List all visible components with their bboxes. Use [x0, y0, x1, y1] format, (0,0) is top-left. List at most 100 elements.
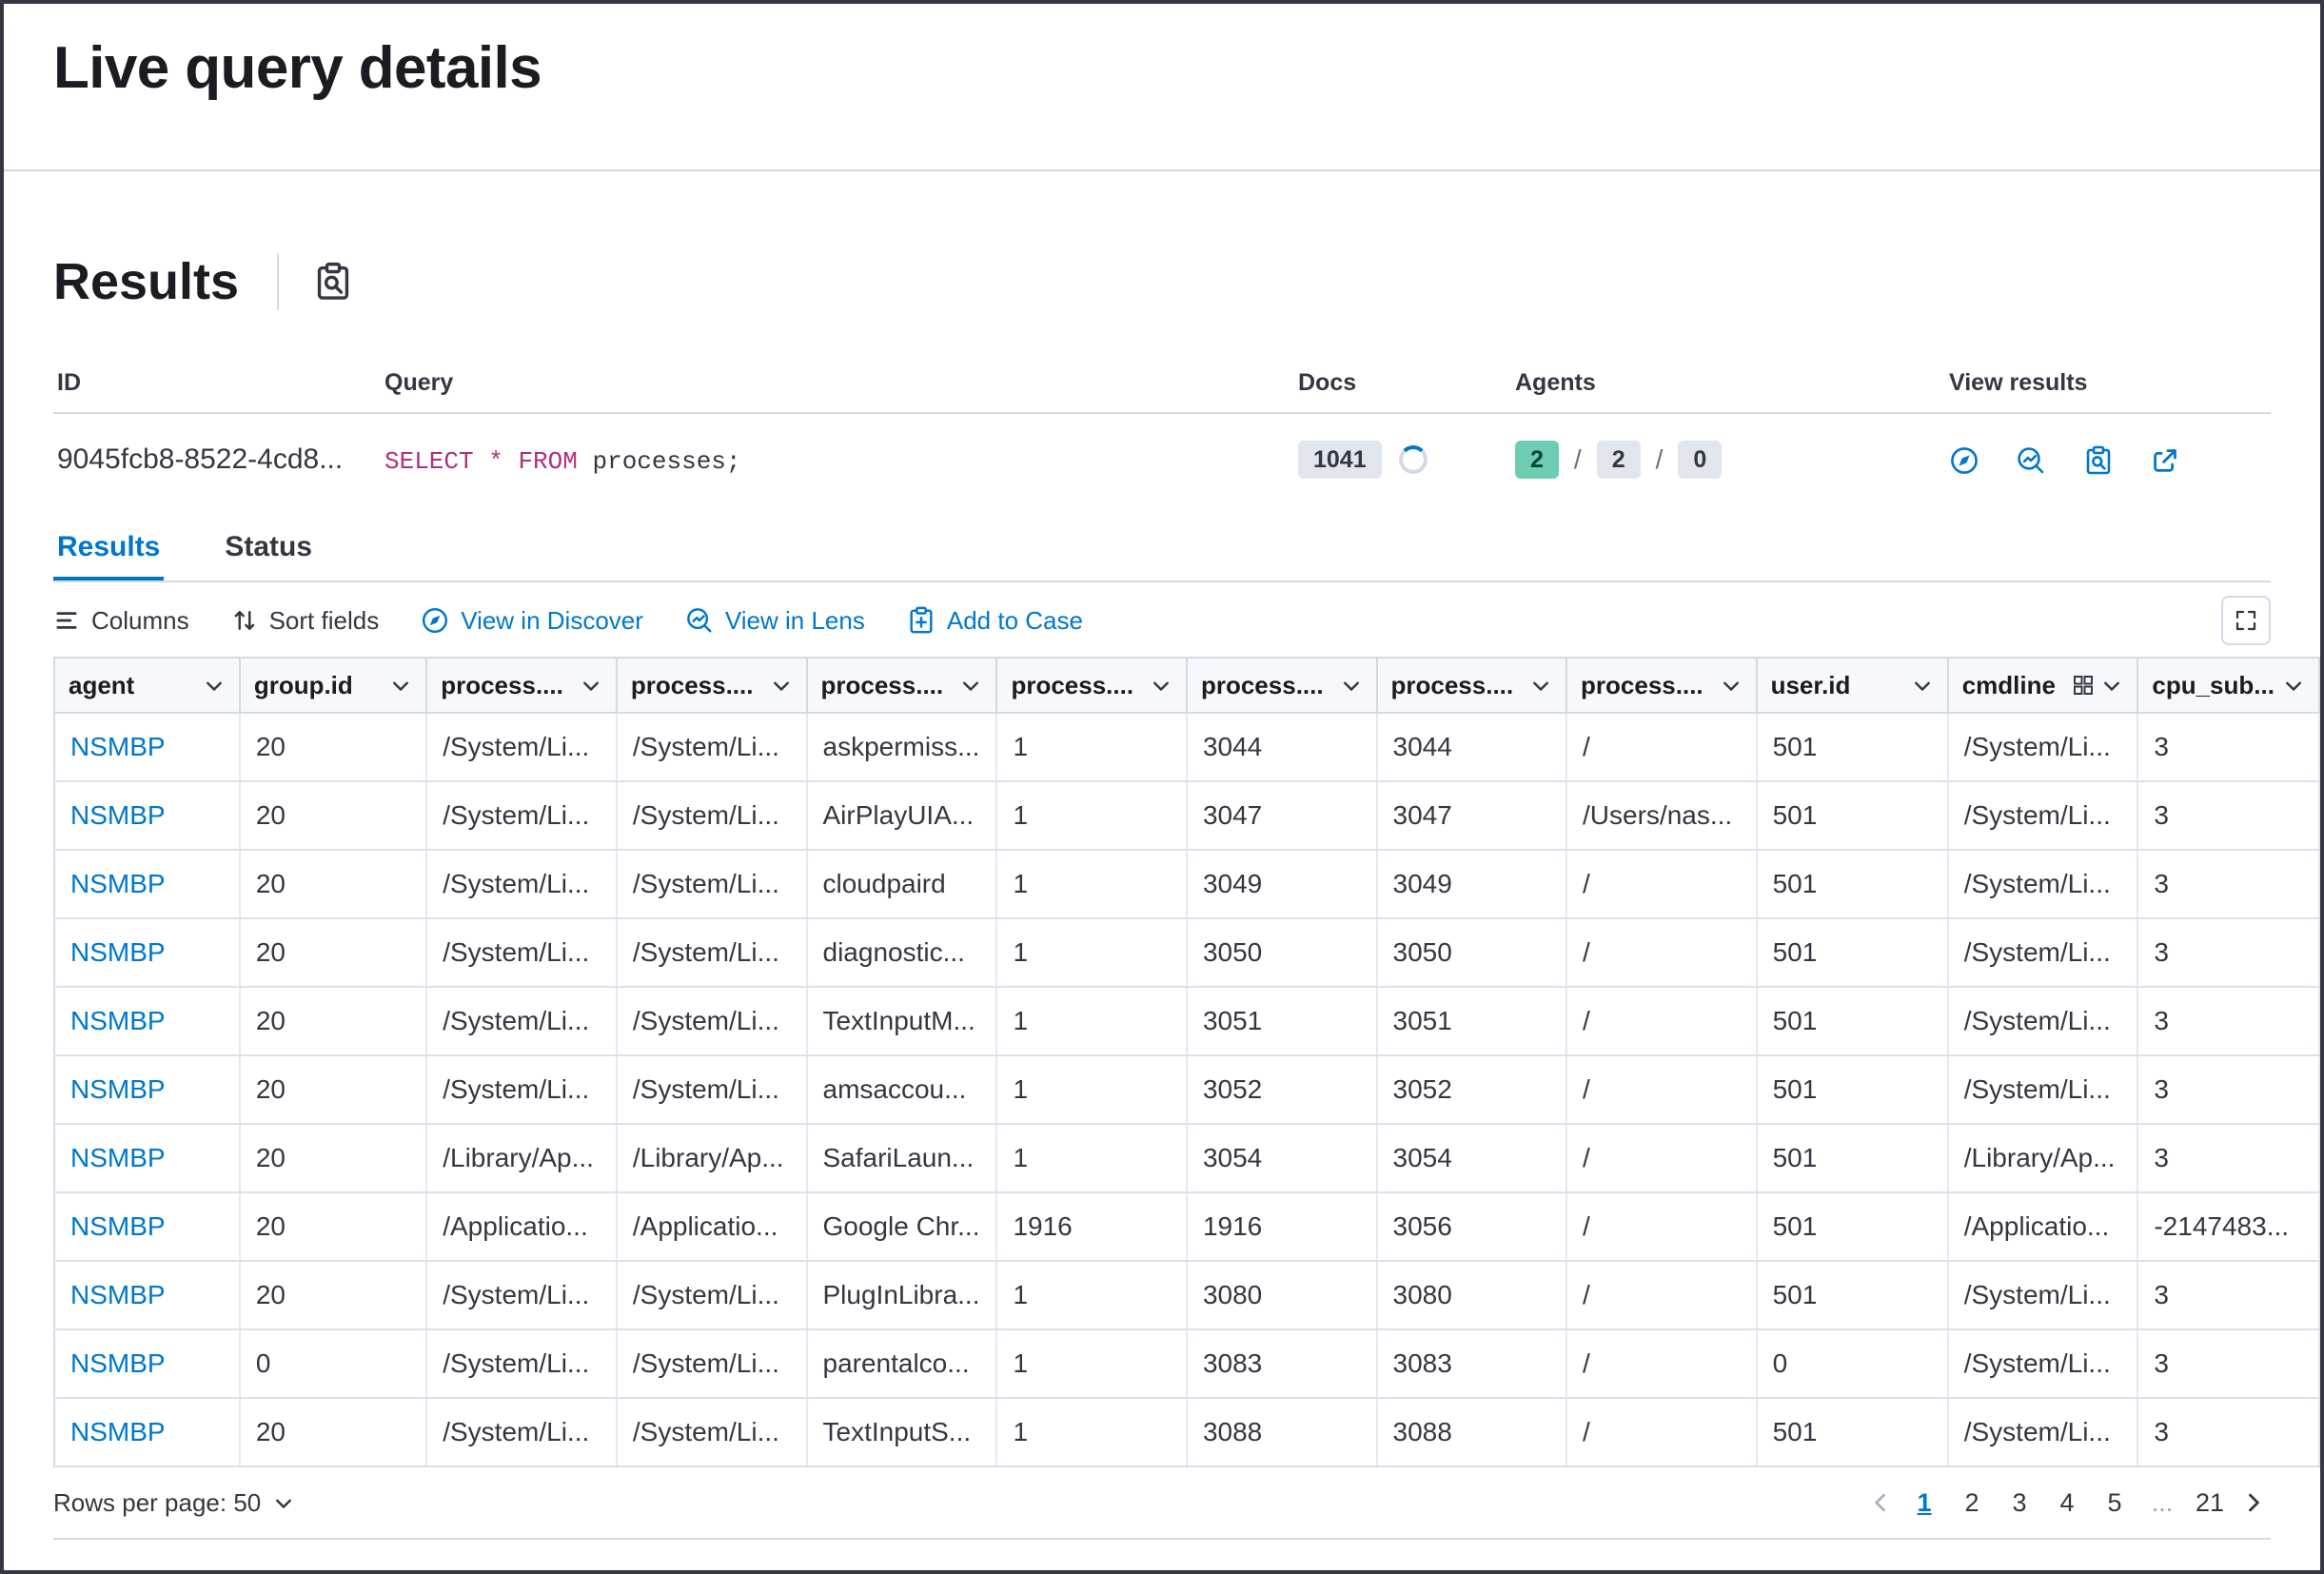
cell-agent[interactable]: NSMBP: [54, 987, 240, 1055]
cell-agent[interactable]: NSMBP: [54, 1398, 240, 1466]
docs-count-badge: 1041: [1298, 441, 1382, 479]
cell-user-id: 501: [1757, 1124, 1948, 1192]
cell-agent[interactable]: NSMBP: [54, 850, 240, 918]
column-chevron-icon[interactable]: [1720, 674, 1743, 697]
fullscreen-icon: [2235, 609, 2257, 632]
view-in-discover-button[interactable]: View in Discover: [421, 602, 643, 639]
agent-link[interactable]: NSMBP: [70, 800, 166, 830]
clipboard-search-icon: [2083, 445, 2114, 476]
cell-process-2: /System/Li...: [617, 781, 807, 850]
sort-icon: [231, 607, 258, 634]
column-header-process-4[interactable]: process....: [996, 658, 1187, 713]
cell-group-id: 20: [240, 1261, 426, 1329]
column-chevron-icon[interactable]: [2282, 674, 2305, 697]
cell-process-7: /: [1566, 1192, 1757, 1261]
column-chevron-icon[interactable]: [203, 674, 226, 697]
agent-link[interactable]: NSMBP: [70, 1348, 166, 1378]
agent-link[interactable]: NSMBP: [70, 732, 166, 761]
column-chevron-icon[interactable]: [770, 674, 793, 697]
page-button-3[interactable]: 3: [1999, 1483, 2040, 1524]
agent-link[interactable]: NSMBP: [70, 1006, 166, 1035]
column-header-process-3[interactable]: process....: [807, 658, 997, 713]
column-header-group-id[interactable]: group.id: [240, 658, 426, 713]
cell-agent[interactable]: NSMBP: [54, 1329, 240, 1398]
column-label: cpu_sub...: [2152, 671, 2275, 700]
view-in-lens-button[interactable]: View in Lens: [685, 602, 865, 639]
column-chevron-icon[interactable]: [580, 674, 602, 697]
column-label: process....: [1391, 671, 1514, 700]
agent-link[interactable]: NSMBP: [70, 1074, 166, 1104]
column-chevron-icon[interactable]: [1340, 674, 1363, 697]
tab-status[interactable]: Status: [221, 512, 316, 580]
cell-agent[interactable]: NSMBP: [54, 781, 240, 850]
cell-agent[interactable]: NSMBP: [54, 713, 240, 781]
column-label: agent: [69, 671, 134, 700]
open-details-action[interactable]: [2150, 445, 2180, 476]
page-button-21[interactable]: 21: [2189, 1483, 2231, 1524]
page-button-2[interactable]: 2: [1951, 1483, 1993, 1524]
column-header-process-2[interactable]: process....: [617, 658, 807, 713]
cell-process-3: askpermiss...: [807, 713, 997, 781]
cell-user-id: 501: [1757, 781, 1948, 850]
docs-cell: 1041: [1294, 413, 1511, 504]
cell-process-5: 3054: [1187, 1124, 1377, 1192]
columns-button[interactable]: Columns: [53, 602, 189, 639]
cell-cmdline: /System/Li...: [1948, 987, 2138, 1055]
cell-agent[interactable]: NSMBP: [54, 1261, 240, 1329]
column-header-cpu-sub[interactable]: cpu_sub...: [2137, 658, 2319, 713]
cell-process-1: /System/Li...: [426, 713, 617, 781]
agent-link[interactable]: NSMBP: [70, 1143, 166, 1172]
grid-body: NSMBP20/System/Li.../System/Li...askperm…: [54, 713, 2319, 1466]
column-header-process-1[interactable]: process....: [426, 658, 617, 713]
cell-agent[interactable]: NSMBP: [54, 1055, 240, 1124]
column-chevron-icon[interactable]: [2100, 674, 2123, 697]
add-to-case-button[interactable]: Add to Case: [907, 602, 1083, 639]
agent-link[interactable]: NSMBP: [70, 1280, 166, 1309]
cell-user-id: 501: [1757, 1398, 1948, 1466]
agent-link[interactable]: NSMBP: [70, 937, 166, 967]
column-chevron-icon[interactable]: [1911, 674, 1934, 697]
agent-link[interactable]: NSMBP: [70, 1417, 166, 1446]
cmdline-column-actions-icon[interactable]: [2072, 674, 2095, 697]
column-header-process-5[interactable]: process....: [1187, 658, 1377, 713]
cell-process-3: amsaccou...: [807, 1055, 997, 1124]
previous-page-button[interactable]: [1863, 1485, 1898, 1520]
cell-cpu-sub: 3: [2137, 1261, 2319, 1329]
column-header-process-6[interactable]: process....: [1377, 658, 1567, 713]
cell-cpu-sub: 3: [2137, 1398, 2319, 1466]
fullscreen-button[interactable]: [2221, 596, 2271, 645]
cell-process-7: /: [1566, 1124, 1757, 1192]
column-header-user-id[interactable]: user.id: [1757, 658, 1948, 713]
cell-cmdline: /System/Li...: [1948, 850, 2138, 918]
inspect-results-button[interactable]: [309, 258, 357, 305]
column-header-cmdline[interactable]: cmdline: [1948, 658, 2138, 713]
column-label: process....: [821, 671, 944, 700]
view-in-lens-action[interactable]: [2016, 445, 2046, 476]
next-page-button[interactable]: [2236, 1485, 2271, 1520]
page-button-1[interactable]: 1: [1903, 1483, 1945, 1524]
column-chevron-icon[interactable]: [959, 674, 982, 697]
agent-link[interactable]: NSMBP: [70, 869, 166, 898]
cell-process-2: /System/Li...: [617, 1329, 807, 1398]
cell-agent[interactable]: NSMBP: [54, 1124, 240, 1192]
column-chevron-icon[interactable]: [1150, 674, 1172, 697]
column-header-process-7[interactable]: process....: [1566, 658, 1757, 713]
cell-agent[interactable]: NSMBP: [54, 1192, 240, 1261]
cell-process-6: 3056: [1377, 1192, 1567, 1261]
sort-fields-button[interactable]: Sort fields: [231, 602, 380, 639]
column-chevron-icon[interactable]: [1529, 674, 1552, 697]
column-header-agent[interactable]: agent: [54, 658, 240, 713]
page-button-5[interactable]: 5: [2094, 1483, 2136, 1524]
column-chevron-icon[interactable]: [389, 674, 412, 697]
rows-per-page-button[interactable]: Rows per page: 50: [53, 1488, 295, 1518]
cell-process-4: 1: [996, 781, 1187, 850]
cell-group-id: 20: [240, 713, 426, 781]
cell-process-7: /: [1566, 1261, 1757, 1329]
tab-results[interactable]: Results: [53, 512, 164, 580]
cell-agent[interactable]: NSMBP: [54, 918, 240, 987]
view-in-discover-action[interactable]: [1949, 445, 1979, 476]
page-button-4[interactable]: 4: [2046, 1483, 2088, 1524]
cell-process-1: /System/Li...: [426, 1261, 617, 1329]
agent-link[interactable]: NSMBP: [70, 1211, 166, 1241]
inspect-action[interactable]: [2083, 445, 2114, 476]
